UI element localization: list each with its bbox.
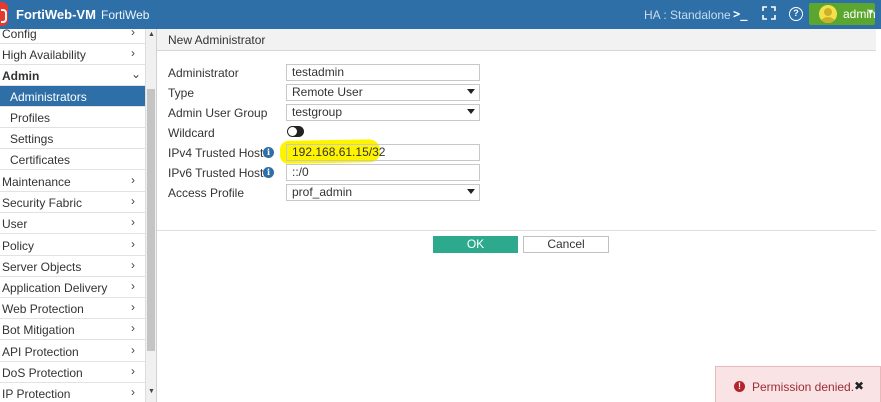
admin-user-group-label: Admin User Group (168, 106, 268, 120)
chevron-right-icon: › (131, 46, 135, 60)
sidebar-item-label: Server Objects (2, 260, 82, 274)
dropdown-arrow-icon (467, 109, 475, 114)
sidebar-item-label: Profiles (10, 111, 51, 125)
sidebar-item-label: High Availability (2, 48, 86, 62)
toast-message: Permission denied. (752, 380, 855, 394)
type-select[interactable]: Remote User (286, 84, 480, 101)
hostname: FortiWeb (101, 8, 150, 22)
chevron-right-icon: › (131, 173, 135, 187)
fullscreen-icon[interactable] (762, 6, 778, 22)
scroll-down-icon[interactable]: ▼ (148, 388, 155, 395)
sidebar-item-ip-protection[interactable]: IP Protection › (0, 383, 145, 402)
chevron-right-icon: › (131, 385, 135, 399)
wildcard-toggle[interactable] (287, 126, 304, 137)
access-profile-selected-value: prof_admin (292, 185, 353, 199)
sidebar-item-label: Web Protection (2, 302, 84, 316)
sidebar-item-web-protection[interactable]: Web Protection › (0, 298, 145, 319)
admin-user-group-select[interactable]: testgroup (286, 104, 480, 121)
chevron-right-icon: › (131, 343, 135, 357)
sidebar-item-label: Config (2, 29, 37, 41)
product-name: FortiWeb-VM (16, 7, 96, 22)
sidebar-item-label: Security Fabric (2, 196, 83, 210)
chevron-right-icon: › (131, 364, 135, 378)
sidebar-item-label: Administrators (10, 90, 87, 104)
sidebar-item-label: DoS Protection (2, 366, 83, 380)
sidebar-item-label: IP Protection (2, 387, 71, 401)
chevron-down-icon: ▾ (868, 7, 874, 18)
sidebar-item-high-availability[interactable]: High Availability › (0, 44, 145, 65)
sidebar-item-profiles[interactable]: Profiles (0, 107, 145, 128)
sidebar-item-security-fabric[interactable]: Security Fabric › (0, 192, 145, 213)
ipv4-trusted-hosts-input[interactable]: 192.168.61.15/32 (286, 144, 480, 161)
main-panel: New Administrator Administrator testadmi… (157, 29, 881, 402)
dropdown-arrow-icon (467, 189, 475, 194)
avatar-icon (819, 5, 837, 23)
sidebar-item-server-objects[interactable]: Server Objects › (0, 256, 145, 277)
chevron-right-icon: › (131, 29, 135, 39)
page-title: New Administrator (168, 33, 266, 47)
scroll-up-icon[interactable]: ▲ (148, 31, 155, 38)
sidebar-item-dos-protection[interactable]: DoS Protection › (0, 362, 145, 383)
sidebar-item-application-delivery[interactable]: Application Delivery › (0, 277, 145, 298)
sidebar-item-label: Bot Mitigation (2, 323, 75, 337)
info-icon[interactable]: i (263, 167, 274, 178)
sidebar-item-maintenance[interactable]: Maintenance › (0, 171, 145, 192)
ipv6-trusted-hosts-input[interactable]: ::/0 (286, 164, 480, 181)
wildcard-label: Wildcard (168, 126, 215, 140)
top-bar: FortiWeb-VM FortiWeb HA : Standalone >_ … (0, 0, 881, 29)
sidebar-item-label: Policy (2, 239, 35, 253)
error-toast: ! Permission denied. ✖ (715, 366, 881, 402)
panel-header: New Administrator (157, 29, 876, 51)
ipv6-trusted-hosts-label: IPv6 Trusted Hosts (168, 166, 270, 180)
administrator-label: Administrator (168, 66, 239, 80)
sidebar-item-label: Certificates (10, 153, 71, 167)
sidebar-item-api-protection[interactable]: API Protection › (0, 341, 145, 362)
ha-label: HA : (644, 8, 667, 22)
sidebar-item-administrators[interactable]: Administrators (0, 86, 145, 107)
access-profile-label: Access Profile (168, 186, 245, 200)
fortinet-logo-icon (0, 2, 8, 26)
type-selected-value: Remote User (292, 85, 363, 99)
ok-button[interactable]: OK (433, 236, 518, 253)
sidebar-item-label: Maintenance (2, 175, 71, 189)
chevron-down-icon: ⌄ (131, 67, 142, 81)
sidebar: Config › High Availability › Admin ⌄ Adm… (0, 29, 157, 402)
cli-console-icon[interactable]: >_ (733, 7, 749, 23)
sidebar-item-label: API Protection (2, 345, 79, 359)
chevron-right-icon: › (131, 279, 135, 293)
chevron-right-icon: › (131, 258, 135, 272)
sidebar-item-settings[interactable]: Settings (0, 128, 145, 149)
sidebar-scrollbar[interactable]: ▲ ▼ (145, 29, 156, 402)
dropdown-arrow-icon (467, 89, 475, 94)
ha-status: Standalone (670, 8, 731, 22)
chevron-right-icon: › (131, 237, 135, 251)
sidebar-item-user[interactable]: User › (0, 213, 145, 234)
user-menu[interactable]: admin ▾ (809, 3, 876, 25)
sidebar-item-label: Admin (2, 69, 40, 83)
sidebar-item-config[interactable]: Config › (0, 29, 145, 44)
admin-user-group-selected-value: testgroup (292, 105, 343, 119)
sidebar-item-label: Application Delivery (2, 281, 108, 295)
chevron-right-icon: › (131, 194, 135, 208)
sidebar-item-bot-mitigation[interactable]: Bot Mitigation › (0, 319, 145, 340)
form-divider (157, 230, 876, 231)
scrollbar-thumb[interactable] (147, 89, 155, 351)
sidebar-item-label: User (2, 217, 28, 231)
access-profile-select[interactable]: prof_admin (286, 184, 480, 201)
chevron-right-icon: › (131, 321, 135, 335)
sidebar-item-label: Settings (10, 132, 54, 146)
sidebar-item-admin[interactable]: Admin ⌄ (0, 65, 145, 86)
type-label: Type (168, 86, 195, 100)
sidebar-item-certificates[interactable]: Certificates (0, 149, 145, 170)
help-icon[interactable]: ? (789, 7, 803, 21)
close-icon[interactable]: ✖ (854, 379, 864, 393)
ipv4-trusted-hosts-label: IPv4 Trusted Hosts (168, 146, 270, 160)
error-icon: ! (734, 381, 745, 392)
info-icon[interactable]: i (263, 147, 274, 158)
chevron-right-icon: › (131, 300, 135, 314)
cancel-button[interactable]: Cancel (523, 236, 609, 253)
administrator-name-input[interactable]: testadmin (286, 64, 480, 81)
chevron-right-icon: › (131, 215, 135, 229)
sidebar-item-policy[interactable]: Policy › (0, 235, 145, 256)
